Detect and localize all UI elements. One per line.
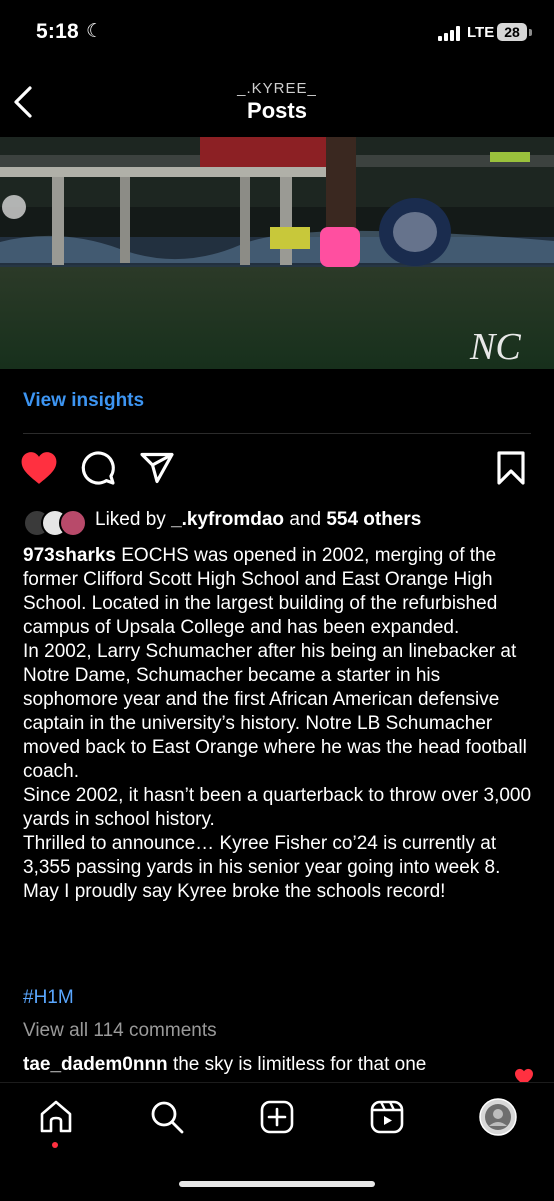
notification-dot: [52, 1142, 58, 1148]
share-icon[interactable]: [138, 450, 176, 486]
liked-by-text: Liked by _.kyfromdao and 554 others: [95, 509, 421, 531]
post-caption: 973sharks EOCHS was opened in 2002, merg…: [23, 544, 538, 904]
comment-preview: tae_dadem0nnn the sky is limitless for t…: [23, 1054, 523, 1080]
caption-paragraph: Thrilled to announce… Kyree Fisher co’24…: [23, 833, 501, 902]
profile-avatar[interactable]: [478, 1097, 518, 1137]
liked-by-prefix: Liked by: [95, 509, 166, 530]
caption-paragraph: Since 2002, it hasn’t been a quarterback…: [23, 785, 532, 830]
signal-icon: [438, 26, 460, 41]
like-icon[interactable]: [20, 450, 58, 486]
battery-tip: [529, 29, 532, 36]
caption-paragraph: In 2002, Larry Schumacher after his bein…: [23, 641, 527, 782]
status-time: 5:18: [36, 20, 79, 43]
caption-username[interactable]: 973sharks: [23, 545, 116, 566]
home-indicator: [179, 1181, 375, 1187]
view-insights-link[interactable]: View insights: [23, 390, 144, 412]
battery-icon: 28: [497, 23, 527, 41]
watermark: NC: [469, 326, 521, 368]
post-photo-scene: NC: [0, 137, 554, 369]
divider: [23, 433, 531, 434]
liked-by-others[interactable]: 554 others: [326, 509, 421, 530]
create-post-icon[interactable]: [257, 1097, 297, 1137]
page-title: Posts: [247, 98, 307, 123]
page-header: _.KYREE_ Posts: [0, 70, 554, 136]
bookmark-icon[interactable]: [495, 450, 527, 486]
liker-avatars: [23, 507, 91, 537]
view-all-comments-link[interactable]: View all 114 comments: [23, 1020, 217, 1042]
liked-by-joiner: and: [289, 509, 322, 530]
home-icon[interactable]: [36, 1097, 76, 1137]
comment-icon[interactable]: [80, 450, 116, 486]
post-actions: [0, 448, 554, 492]
reels-icon[interactable]: [367, 1097, 407, 1137]
network-label: LTE: [467, 24, 495, 41]
header-username: _.KYREE_: [237, 80, 317, 97]
likes-row[interactable]: Liked by _.kyfromdao and 554 others: [23, 507, 543, 537]
search-icon[interactable]: [147, 1097, 187, 1137]
comment-text: the sky is limitless for that one: [172, 1054, 427, 1075]
moon-icon: ☾: [86, 21, 104, 42]
comment-username[interactable]: tae_dadem0nnn: [23, 1054, 168, 1075]
liked-by-user[interactable]: _.kyfromdao: [171, 509, 284, 530]
status-bar: 5:18 ☾ LTE 28: [0, 0, 554, 66]
avatar: [59, 509, 87, 537]
post-image[interactable]: NC: [0, 137, 554, 369]
bottom-tab-bar: [0, 1082, 554, 1201]
hashtag-link[interactable]: #H1M: [23, 987, 74, 1009]
